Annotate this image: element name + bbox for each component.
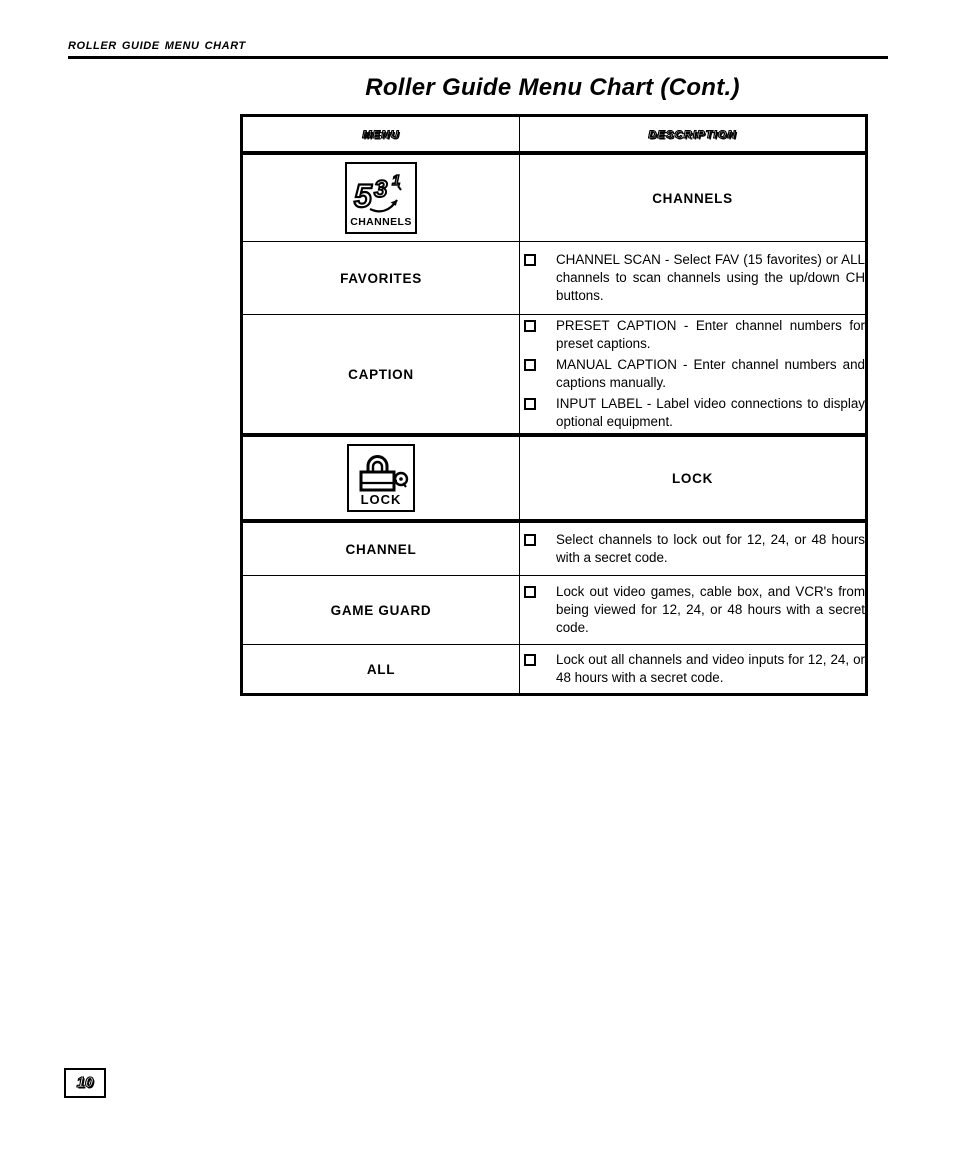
list-item-text: CHANNEL SCAN - Select FAV (15 favorites)…: [556, 252, 865, 303]
list-item-text: Select channels to lock out for 12, 24, …: [556, 532, 865, 565]
svg-text:CHANNELS: CHANNELS: [350, 216, 412, 228]
header-rule: [68, 56, 888, 59]
square-bullet-icon: [524, 359, 536, 371]
table-row: CAPTION PRESET CAPTION - Enter channel n…: [241, 314, 867, 437]
menu-cell-lock-icon: LOCK: [241, 434, 520, 523]
channels-icon: 5 3 1 CHANNELS: [345, 162, 417, 234]
description-cell-channel: Select channels to lock out for 12, 24, …: [519, 520, 867, 576]
list-item: Lock out video games, cable box, and VCR…: [520, 583, 865, 637]
square-bullet-icon: [524, 320, 536, 332]
list-item: Lock out all channels and video inputs f…: [520, 651, 865, 687]
square-bullet-icon: [524, 254, 536, 266]
description-label-channels: CHANNELS: [652, 190, 733, 206]
lock-icon: LOCK: [347, 444, 415, 512]
list-item: MANUAL CAPTION - Enter channel numbers a…: [520, 356, 865, 392]
list-item-text: Lock out video games, cable box, and VCR…: [556, 584, 865, 635]
list-item-text: INPUT LABEL - Label video connections to…: [556, 396, 865, 429]
menu-cell-game-guard: GAME GUARD: [241, 575, 520, 645]
svg-text:LOCK: LOCK: [361, 492, 402, 507]
menu-label-all: ALL: [366, 661, 396, 677]
square-bullet-icon: [524, 586, 536, 598]
description-cell-lock: LOCK: [519, 434, 867, 523]
menu-label-channel: CHANNEL: [345, 541, 417, 557]
square-bullet-icon: [524, 534, 536, 546]
svg-text:3: 3: [374, 176, 388, 203]
description-list: CHANNEL SCAN - Select FAV (15 favorites)…: [520, 251, 865, 305]
table-row: ALL Lock out all channels and video inpu…: [241, 644, 867, 695]
description-list: Select channels to lock out for 12, 24, …: [520, 531, 865, 567]
table-row: LOCK LOCK: [241, 434, 867, 523]
description-cell-channels: CHANNELS: [519, 152, 867, 242]
menu-cell-all: ALL: [241, 644, 520, 695]
list-item-text: PRESET CAPTION - Enter channel numbers f…: [556, 318, 865, 351]
list-item-text: Lock out all channels and video inputs f…: [556, 652, 865, 685]
page-number: 10: [76, 1073, 94, 1091]
column-header-menu-label: Menu: [362, 124, 400, 142]
description-list: Lock out video games, cable box, and VCR…: [520, 583, 865, 637]
description-cell-all: Lock out all channels and video inputs f…: [519, 644, 867, 695]
description-list: PRESET CAPTION - Enter channel numbers f…: [520, 317, 865, 431]
roller-guide-menu-chart-table: Menu Description 5 3 1: [240, 114, 868, 696]
description-cell-game-guard: Lock out video games, cable box, and VCR…: [519, 575, 867, 645]
running-header-title: Roller Guide Menu Chart: [68, 36, 246, 53]
menu-cell-channel: CHANNEL: [241, 520, 520, 576]
square-bullet-icon: [524, 654, 536, 666]
table-row: 5 3 1 CHANNELS CHANNELS: [241, 152, 867, 242]
column-header-description-label: Description: [648, 124, 737, 142]
menu-label-game-guard: GAME GUARD: [330, 602, 432, 618]
menu-label-favorites: FAVORITES: [340, 270, 422, 286]
list-item: PRESET CAPTION - Enter channel numbers f…: [520, 317, 865, 353]
menu-label-caption: CAPTION: [348, 366, 414, 382]
description-list: Lock out all channels and video inputs f…: [520, 651, 865, 687]
table-header-row: Menu Description: [241, 115, 867, 155]
column-header-menu: Menu: [241, 115, 520, 155]
menu-cell-favorites: FAVORITES: [241, 241, 520, 315]
table-row: FAVORITES CHANNEL SCAN - Select FAV (15 …: [241, 241, 867, 315]
list-item: CHANNEL SCAN - Select FAV (15 favorites)…: [520, 251, 865, 305]
list-item-text: MANUAL CAPTION - Enter channel numbers a…: [556, 357, 865, 390]
menu-cell-caption: CAPTION: [241, 314, 520, 437]
table-row: GAME GUARD Lock out video games, cable b…: [241, 575, 867, 645]
description-cell-favorites: CHANNEL SCAN - Select FAV (15 favorites)…: [519, 241, 867, 315]
column-header-description: Description: [519, 115, 867, 155]
menu-cell-channels-icon: 5 3 1 CHANNELS: [241, 152, 520, 242]
page-number-box: 10: [64, 1068, 106, 1098]
table-row: CHANNEL Select channels to lock out for …: [241, 520, 867, 576]
svg-text:5: 5: [354, 178, 373, 214]
description-label-lock: LOCK: [671, 470, 714, 486]
running-header: Roller Guide Menu Chart: [68, 36, 888, 59]
page-title: Roller Guide Menu Chart (Cont.): [365, 74, 740, 101]
description-cell-caption: PRESET CAPTION - Enter channel numbers f…: [519, 314, 867, 437]
list-item: INPUT LABEL - Label video connections to…: [520, 395, 865, 431]
list-item: Select channels to lock out for 12, 24, …: [520, 531, 865, 567]
square-bullet-icon: [524, 398, 536, 410]
